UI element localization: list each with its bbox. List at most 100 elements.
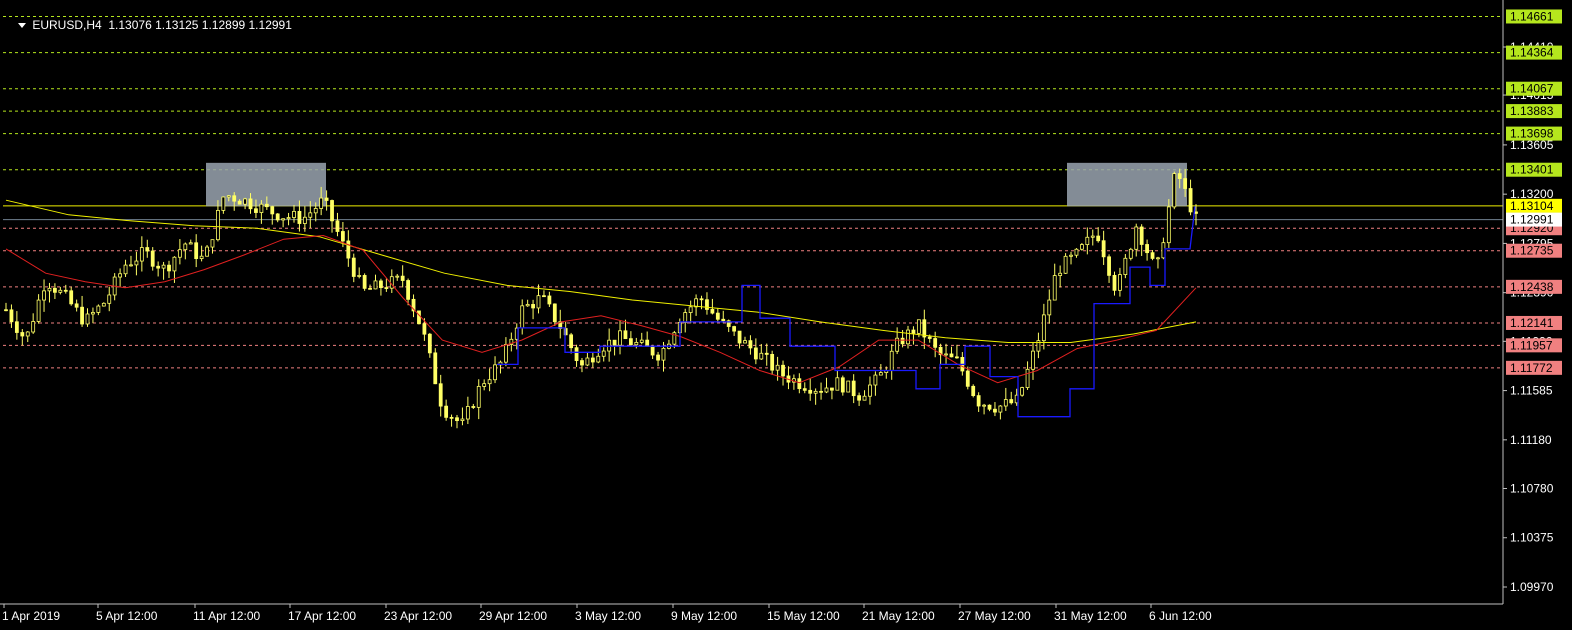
candle-body <box>1123 257 1128 276</box>
candle-body <box>661 347 666 361</box>
candle-body <box>596 355 601 363</box>
candle-body <box>1047 299 1052 316</box>
candle-body <box>1079 244 1084 250</box>
axes: 1 Apr 2019 5 Apr 12:00 11 Apr 12:00 17 Apr … <box>0 0 1554 623</box>
candle-body <box>395 275 400 278</box>
candle-body <box>1025 368 1030 388</box>
candle-body <box>107 294 112 304</box>
candle-body <box>808 389 813 394</box>
time-tick-label: 17 Apr 12:00 <box>288 609 356 623</box>
resistance-tag: 1.13401 <box>1510 163 1554 177</box>
support-tag: 1.12141 <box>1510 316 1554 330</box>
candle-body <box>123 264 128 275</box>
time-tick-label: 6 Jun 12:00 <box>1149 609 1212 623</box>
chart-window[interactable]: EURUSD,H4 1.13076 1.13125 1.12899 1.1299… <box>0 0 1572 630</box>
time-tick-label: 21 May 12:00 <box>862 609 935 623</box>
candle-body <box>362 275 367 289</box>
candle-body <box>737 330 742 344</box>
candle-body <box>590 357 595 363</box>
time-tick-label: 31 May 12:00 <box>1054 609 1127 623</box>
candle-body <box>357 275 362 277</box>
time-tick-label: 5 Apr 12:00 <box>96 609 158 623</box>
candle-body <box>819 390 823 393</box>
candle-body <box>1052 275 1057 301</box>
candle-body <box>705 299 709 310</box>
candle-body <box>868 384 872 397</box>
candle-body <box>63 289 68 292</box>
price-chart[interactable]: 1 Apr 2019 5 Apr 12:00 11 Apr 12:00 17 Apr … <box>0 0 1572 630</box>
candle-body <box>531 304 535 309</box>
candle-body <box>96 305 101 313</box>
candle-body <box>177 249 182 258</box>
candle-body <box>319 197 324 209</box>
candle-body <box>715 312 720 320</box>
candle-body <box>302 216 307 224</box>
candle-body <box>85 313 90 325</box>
candle-body <box>900 337 905 345</box>
candle-body <box>254 208 258 213</box>
candle-body <box>1107 256 1111 276</box>
time-tick-label: 27 May 12:00 <box>958 609 1031 623</box>
candle-body <box>25 331 30 337</box>
candle-body <box>688 306 693 313</box>
candle-body <box>183 243 188 251</box>
candle-body <box>993 408 997 413</box>
candle-body <box>232 195 237 202</box>
candle-body <box>911 329 916 334</box>
candle-body <box>118 273 123 278</box>
candle-body <box>982 404 986 407</box>
candle-body <box>1172 173 1177 208</box>
candle-body <box>129 264 133 267</box>
support-tag: 1.12735 <box>1510 244 1554 258</box>
candle-body <box>639 339 644 343</box>
price-tick-label: 1.10375 <box>1510 531 1554 545</box>
time-tick-label: 3 May 12:00 <box>575 609 641 623</box>
resistance-tag: 1.13883 <box>1510 104 1554 118</box>
candle-body <box>422 323 427 335</box>
candle-body <box>264 203 269 208</box>
candle-body <box>476 386 481 408</box>
candle-body <box>351 257 356 277</box>
candle-body <box>243 198 247 205</box>
support-tag: 1.12438 <box>1510 280 1554 294</box>
candle-body <box>1188 188 1193 213</box>
candle-body <box>460 418 465 422</box>
candle-body <box>471 406 476 408</box>
candle-body <box>878 372 883 376</box>
candle-body <box>270 206 275 215</box>
candle-body <box>188 242 193 245</box>
time-tick-label: 9 May 12:00 <box>671 609 737 623</box>
candle-body <box>552 303 557 323</box>
candle-body <box>194 242 199 260</box>
candle-body <box>134 260 139 266</box>
candle-body <box>373 280 378 290</box>
candle-body <box>31 321 36 333</box>
candle-body <box>1101 240 1106 258</box>
candle-body <box>221 196 226 211</box>
candle-body <box>971 385 976 397</box>
candle-body <box>1090 235 1095 238</box>
candle-body <box>74 303 79 308</box>
candle-body <box>547 295 552 305</box>
candle-body <box>449 416 454 419</box>
candle-body <box>933 338 938 348</box>
candle-body <box>465 406 470 420</box>
candle-body <box>167 264 171 272</box>
candle-body <box>210 239 215 248</box>
candle-body <box>1020 387 1025 396</box>
candle-body <box>145 247 150 252</box>
candle-body <box>965 370 970 387</box>
candle-body <box>406 280 411 300</box>
candle-body <box>324 197 329 201</box>
bid-price-tag: 1.12991 <box>1510 213 1554 227</box>
resistance-tag: 1.13698 <box>1510 127 1554 141</box>
candle-body <box>813 390 818 394</box>
candle-body <box>955 356 959 359</box>
candle-body <box>42 290 46 301</box>
candle-body <box>536 295 541 309</box>
candle-body <box>916 319 921 334</box>
candle-body <box>91 312 95 315</box>
candle-body <box>1156 257 1160 260</box>
support-tag: 1.11772 <box>1510 361 1553 375</box>
candle-body <box>1085 236 1090 245</box>
